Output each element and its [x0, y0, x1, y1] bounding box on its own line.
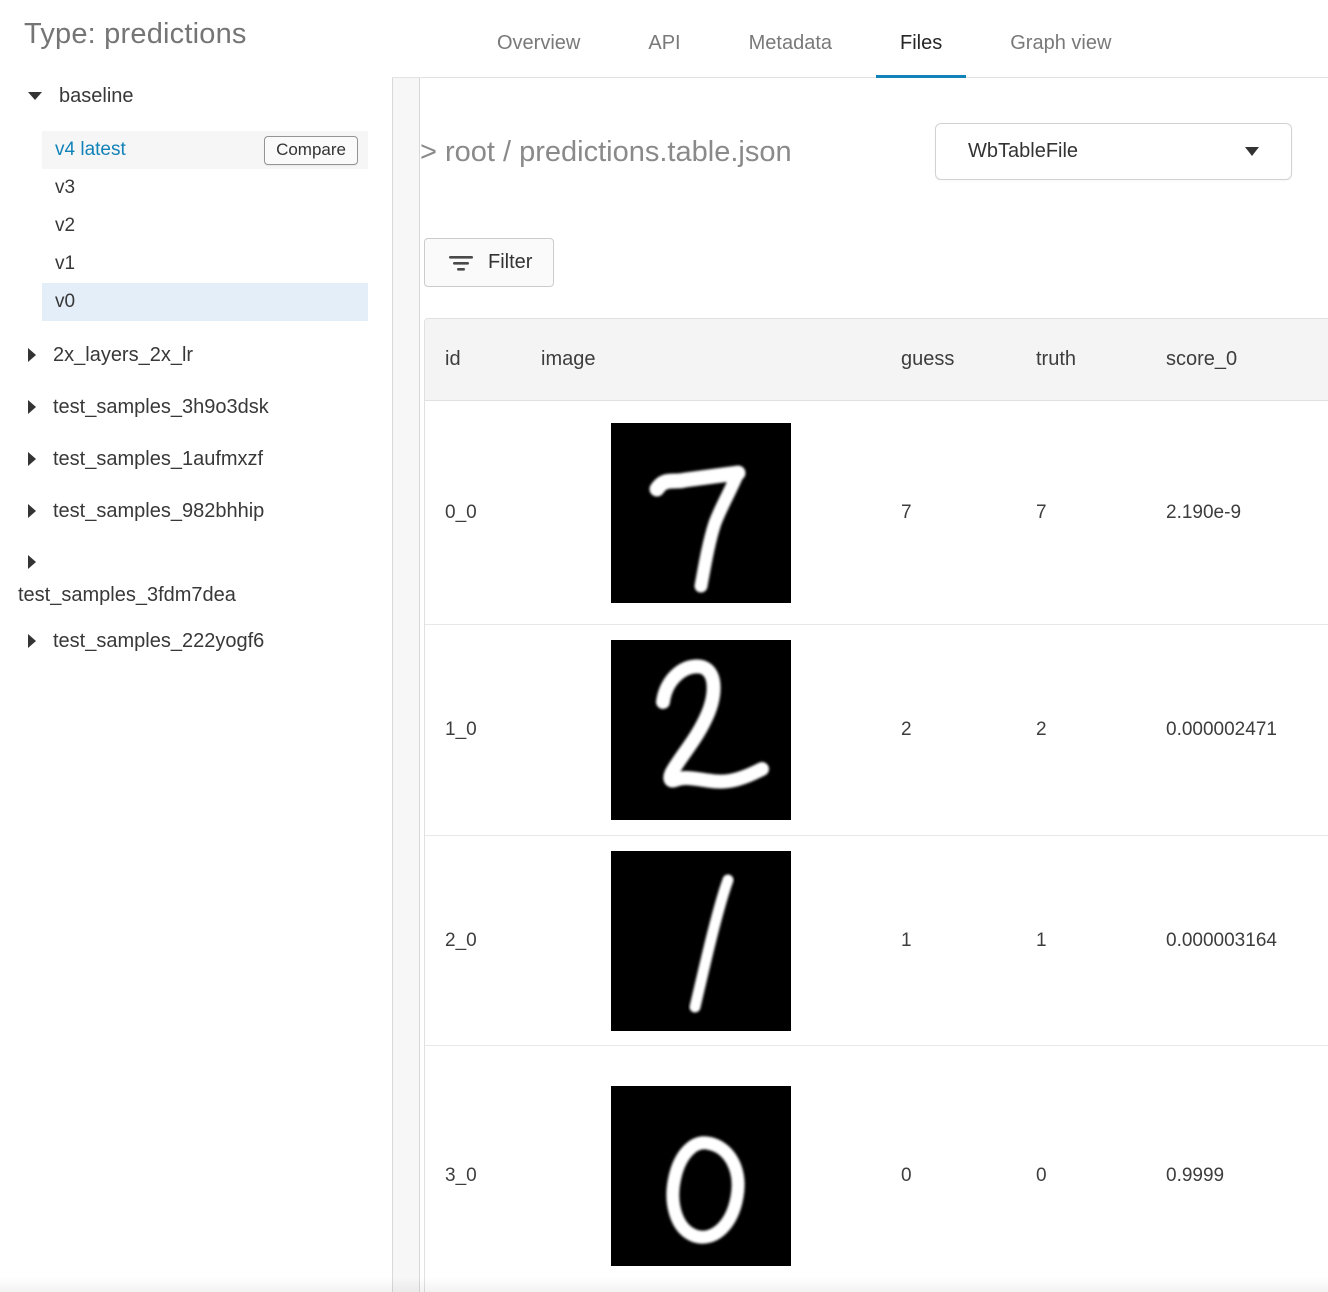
tree-item-label: 2x_layers_2x_lr	[53, 344, 193, 367]
column-header-truth[interactable]: truth	[1016, 319, 1146, 400]
cell-image	[521, 401, 881, 624]
main-panel: Overview API Metadata Files Graph view >…	[392, 0, 1328, 1292]
cell-id: 2_0	[425, 836, 521, 1045]
version-list: v4 latest Compare v3 v2 v1 v0	[0, 131, 392, 321]
cell-id: 0_0	[425, 401, 521, 624]
artifact-list: 2x_layers_2x_lr test_samples_3h9o3dsk te…	[0, 329, 392, 667]
cell-id: 3_0	[425, 1046, 521, 1292]
tree-item-label: test_samples_982bhhip	[53, 500, 264, 523]
cell-score-0: 0.000003164	[1146, 836, 1328, 1045]
digit-image-2	[611, 640, 791, 820]
cell-image	[521, 836, 881, 1045]
column-header-id[interactable]: id	[425, 319, 521, 400]
version-item-v2[interactable]: v2	[42, 207, 368, 245]
table-header-row: id image guess truth score_0	[425, 319, 1328, 401]
table-row[interactable]: 1_0 2 2 0.000002471	[425, 625, 1328, 836]
tab-metadata[interactable]: Metadata	[725, 12, 856, 78]
chevron-right-icon	[28, 452, 36, 466]
cell-truth: 7	[1016, 401, 1146, 624]
tree-item-label: baseline	[59, 85, 134, 108]
cell-guess: 1	[881, 836, 1016, 1045]
tree-item-test-samples-1aufmxzf[interactable]: test_samples_1aufmxzf	[0, 433, 392, 485]
sidebar: Type: predictions baseline v4 latest Com…	[0, 0, 392, 1292]
chevron-down-icon	[28, 92, 42, 100]
cell-score-0: 0.9999	[1146, 1046, 1328, 1292]
version-label: v4 latest	[55, 139, 126, 161]
tree-item-label: test_samples_222yogf6	[53, 630, 264, 653]
column-header-score-0[interactable]: score_0	[1146, 319, 1328, 400]
chevron-right-icon	[28, 634, 36, 648]
cell-image	[521, 1046, 881, 1292]
files-content: > root / predictions.table.json WbTableF…	[420, 123, 1328, 1292]
tree-item-baseline[interactable]: baseline	[0, 77, 392, 115]
sidebar-title: Type: predictions	[0, 0, 392, 51]
column-header-guess[interactable]: guess	[881, 319, 1016, 400]
chevron-right-icon	[28, 348, 36, 362]
tree-item-test-samples-222yogf6[interactable]: test_samples_222yogf6	[0, 615, 392, 667]
version-label: v2	[55, 215, 75, 237]
cell-score-0: 2.190e-9	[1146, 401, 1328, 624]
version-label: v0	[55, 291, 75, 313]
version-item-v4[interactable]: v4 latest Compare	[42, 131, 368, 169]
version-item-v0[interactable]: v0	[42, 283, 368, 321]
artifact-browser: Type: predictions baseline v4 latest Com…	[0, 0, 1328, 1292]
cell-guess: 2	[881, 625, 1016, 835]
digit-image-1	[611, 851, 791, 1031]
tab-files[interactable]: Files	[876, 12, 966, 78]
tab-overview[interactable]: Overview	[473, 12, 604, 78]
table-row[interactable]: 0_0 7 7 2.190e-9	[425, 401, 1328, 625]
table-row[interactable]: 2_0 1 1 0.000003164	[425, 836, 1328, 1046]
tree-item-test-samples-3fdm7dea[interactable]: test_samples_3fdm7dea	[0, 537, 392, 615]
file-type-dropdown[interactable]: WbTableFile	[935, 123, 1292, 180]
tab-graph-view[interactable]: Graph view	[986, 12, 1135, 78]
filter-button-label: Filter	[488, 251, 532, 274]
artifact-tree: baseline v4 latest Compare v3 v2 v1 v0	[0, 77, 392, 667]
tree-item-label: test_samples_3fdm7dea	[18, 575, 392, 615]
version-label: v3	[55, 177, 75, 199]
cell-guess: 0	[881, 1046, 1016, 1292]
compare-button[interactable]: Compare	[264, 136, 358, 165]
file-type-dropdown-value: WbTableFile	[968, 140, 1078, 163]
tab-bar: Overview API Metadata Files Graph view	[392, 0, 1328, 78]
chevron-down-icon	[1245, 147, 1259, 156]
cell-guess: 7	[881, 401, 1016, 624]
tab-api[interactable]: API	[624, 12, 704, 78]
cell-truth: 1	[1016, 836, 1146, 1045]
filter-icon	[448, 254, 474, 272]
column-header-image[interactable]: image	[521, 319, 881, 400]
tree-item-test-samples-3h9o3dsk[interactable]: test_samples_3h9o3dsk	[0, 381, 392, 433]
cell-score-0: 0.000002471	[1146, 625, 1328, 835]
version-item-v1[interactable]: v1	[42, 245, 368, 283]
digit-image-7	[611, 423, 791, 603]
tree-item-label: test_samples_3h9o3dsk	[53, 396, 269, 419]
version-item-v3[interactable]: v3	[42, 169, 368, 207]
tree-item-label: test_samples_1aufmxzf	[53, 448, 263, 471]
tree-item-test-samples-982bhhip[interactable]: test_samples_982bhhip	[0, 485, 392, 537]
cell-truth: 0	[1016, 1046, 1146, 1292]
chevron-right-icon	[28, 400, 36, 414]
cell-image	[521, 625, 881, 835]
filter-button[interactable]: Filter	[424, 238, 554, 287]
version-label: v1	[55, 253, 75, 275]
cell-truth: 2	[1016, 625, 1146, 835]
chevron-right-icon	[28, 504, 36, 518]
digit-image-0	[611, 1086, 791, 1266]
predictions-table: id image guess truth score_0 0_0	[424, 318, 1328, 1292]
chevron-right-icon	[28, 555, 36, 569]
table-row[interactable]: 3_0 0 0 0.9999	[425, 1046, 1328, 1292]
tree-item-2x-layers-2x-lr[interactable]: 2x_layers_2x_lr	[0, 329, 392, 381]
cell-id: 1_0	[425, 625, 521, 835]
